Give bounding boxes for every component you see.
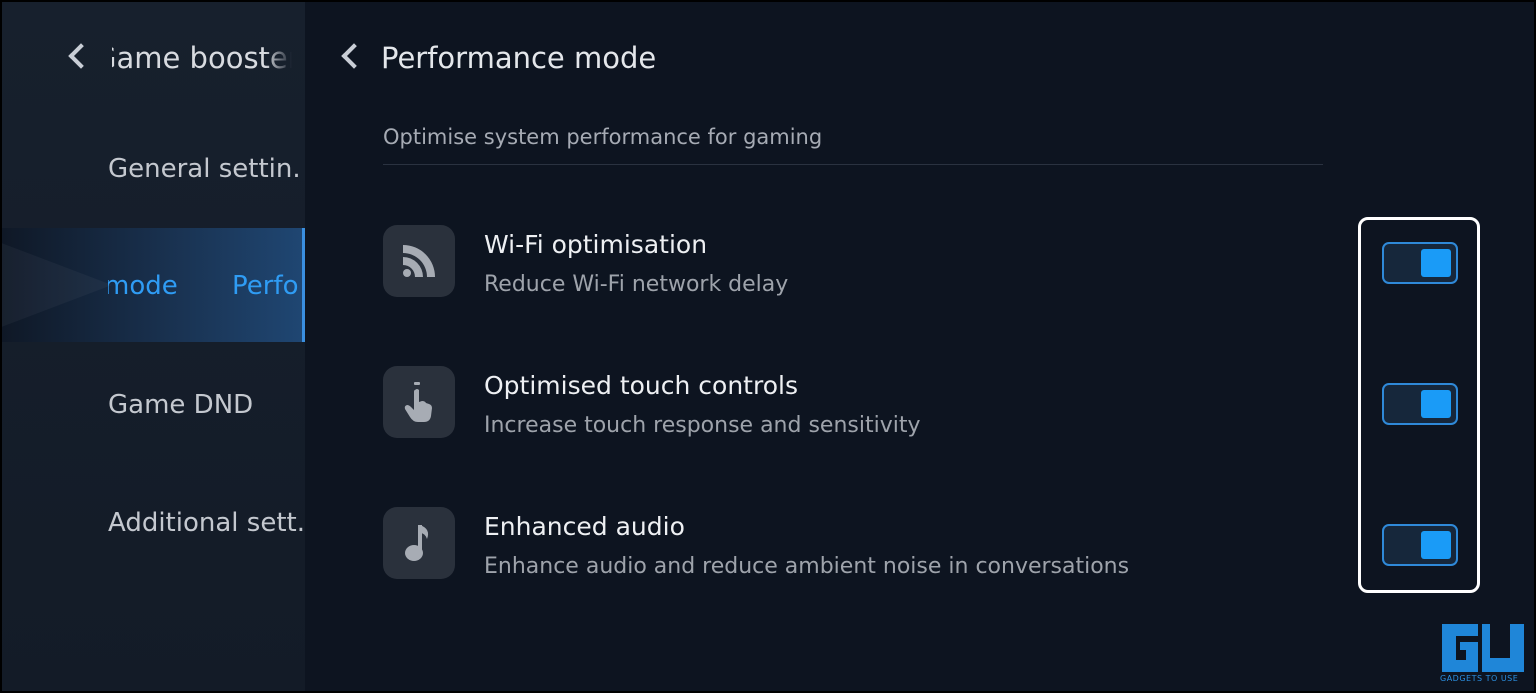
main-panel: Performance mode Optimise system perform… bbox=[305, 2, 1534, 691]
back-chevron-icon[interactable] bbox=[341, 43, 367, 69]
touch-icon bbox=[383, 366, 455, 438]
sidebar-item-label-scroll-part-2: Perfo bbox=[232, 271, 298, 301]
sidebar-item-game-dnd[interactable]: Game DND bbox=[108, 385, 303, 425]
active-item-arrow-decoration bbox=[2, 228, 112, 342]
option-description: Increase touch response and sensitivity bbox=[484, 413, 921, 438]
wifi-optimisation-toggle[interactable] bbox=[1382, 242, 1458, 284]
option-title: Enhanced audio bbox=[484, 512, 685, 541]
option-description: Enhance audio and reduce ambient noise i… bbox=[484, 554, 1130, 579]
option-row-touch-controls[interactable]: Optimised touch controls Increase touch … bbox=[383, 366, 1483, 446]
touch-controls-toggle[interactable] bbox=[1382, 383, 1458, 425]
page-subtitle: Optimise system performance for gaming bbox=[383, 125, 823, 149]
option-title: Wi-Fi optimisation bbox=[484, 230, 708, 259]
toggle-knob bbox=[1421, 390, 1451, 418]
page-title: Performance mode bbox=[381, 41, 657, 75]
option-description: Reduce Wi-Fi network delay bbox=[484, 272, 789, 297]
option-row-enhanced-audio[interactable]: Enhanced audio Enhance audio and reduce … bbox=[383, 507, 1483, 587]
sidebar-item-performance-mode[interactable]: mode Perfo bbox=[2, 228, 305, 342]
music-note-icon bbox=[383, 507, 455, 579]
toggle-knob bbox=[1421, 249, 1451, 277]
option-title: Optimised touch controls bbox=[484, 371, 798, 400]
wifi-icon bbox=[383, 225, 455, 297]
watermark-text: GADGETS TO USE bbox=[1440, 674, 1519, 683]
divider bbox=[383, 164, 1323, 165]
sidebar-item-label-scroll-part-1: mode bbox=[108, 271, 178, 301]
screen: Game booster settings General settin.. m… bbox=[0, 0, 1536, 693]
enhanced-audio-toggle[interactable] bbox=[1382, 524, 1458, 566]
toggle-knob bbox=[1421, 531, 1451, 559]
option-row-wifi-optimisation[interactable]: Wi-Fi optimisation Reduce Wi-Fi network … bbox=[383, 225, 1483, 305]
sidebar-item-additional-settings[interactable]: Additional sett.. bbox=[108, 503, 303, 543]
sidebar-item-general-settings[interactable]: General settin.. bbox=[108, 149, 303, 189]
sidebar-title: Game booster settings bbox=[112, 41, 292, 75]
watermark-logo: GADGETS TO USE bbox=[1440, 622, 1526, 686]
sidebar: Game booster settings General settin.. m… bbox=[2, 2, 305, 691]
sidebar-back-chevron-icon[interactable] bbox=[68, 43, 94, 69]
